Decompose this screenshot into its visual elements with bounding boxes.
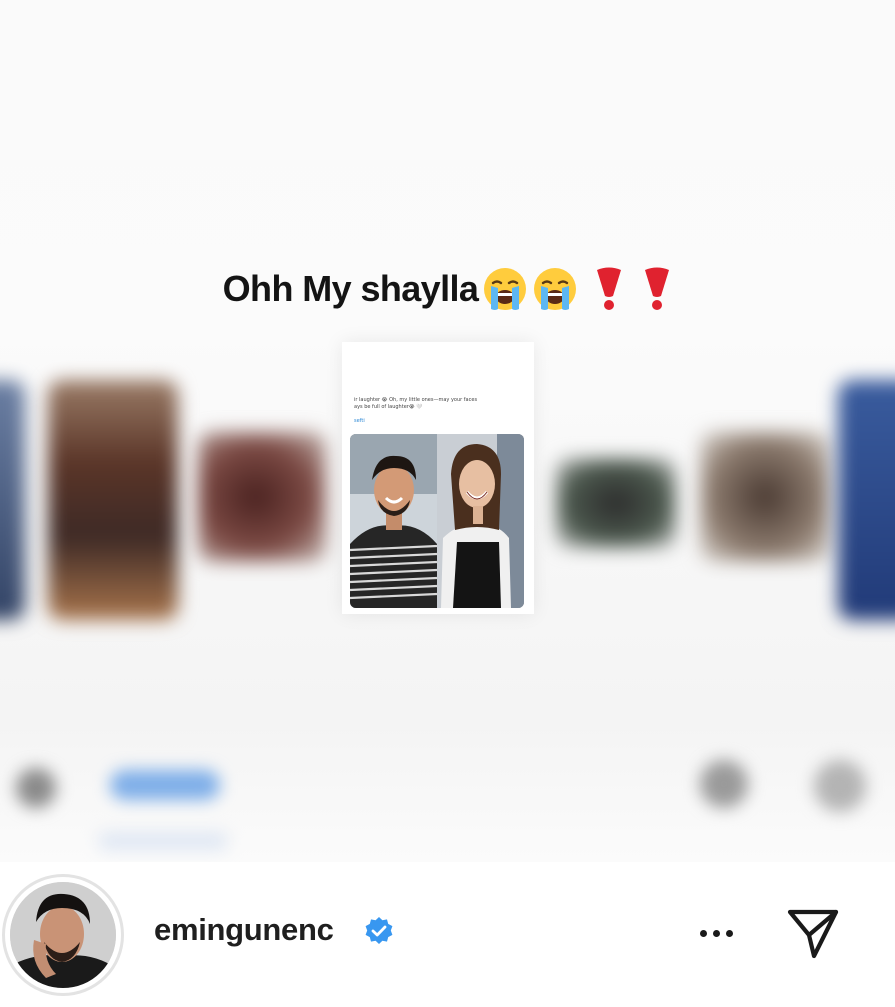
blurred-thumbnail [700, 432, 830, 562]
story-footer: emingunenc [0, 862, 895, 1007]
blurred-thumbnail [0, 380, 25, 620]
blurred-thumbnail [556, 458, 676, 548]
blurred-like-icon [16, 768, 56, 808]
photo-left-man [350, 434, 437, 608]
blurred-text [98, 832, 228, 850]
more-horizontal-icon [725, 929, 733, 937]
more-horizontal-icon [699, 929, 707, 937]
avatar[interactable] [10, 882, 116, 988]
more-options-button[interactable] [692, 916, 740, 950]
blurred-icon [814, 760, 866, 812]
story-screen: Ohh My shaylla ir laughter 😭 Oh, my litt… [0, 0, 895, 1007]
username[interactable]: emingunenc [154, 912, 334, 948]
loudly-crying-face-icon [482, 266, 528, 312]
tweet-text-line: ir laughter 😭 Oh, my little ones—may you… [354, 397, 478, 403]
blurred-text [110, 770, 220, 800]
verified-badge-icon [365, 917, 393, 944]
red-exclamation-icon [642, 266, 672, 312]
send-icon[interactable] [784, 904, 842, 962]
avatar-ring[interactable] [2, 874, 124, 996]
blurred-thumbnail [48, 380, 178, 620]
caption-text: Ohh My shaylla [222, 268, 479, 309]
post-caption: Ohh My shaylla [0, 266, 895, 312]
red-exclamation-icon [594, 266, 624, 312]
photo-right-woman [437, 434, 524, 608]
blurred-thumbnail [838, 380, 895, 620]
shared-post-card[interactable]: ir laughter 😭 Oh, my little ones—may you… [342, 342, 534, 614]
tweet-text-line: ays be full of laughter😭 🤍 [354, 404, 423, 410]
tweet-photo[interactable] [350, 434, 524, 608]
tweet-link[interactable]: sefti [354, 418, 365, 424]
blurred-icon [700, 760, 748, 808]
more-horizontal-icon [712, 929, 720, 937]
blurred-thumbnail [198, 432, 326, 562]
loudly-crying-face-icon [532, 266, 578, 312]
